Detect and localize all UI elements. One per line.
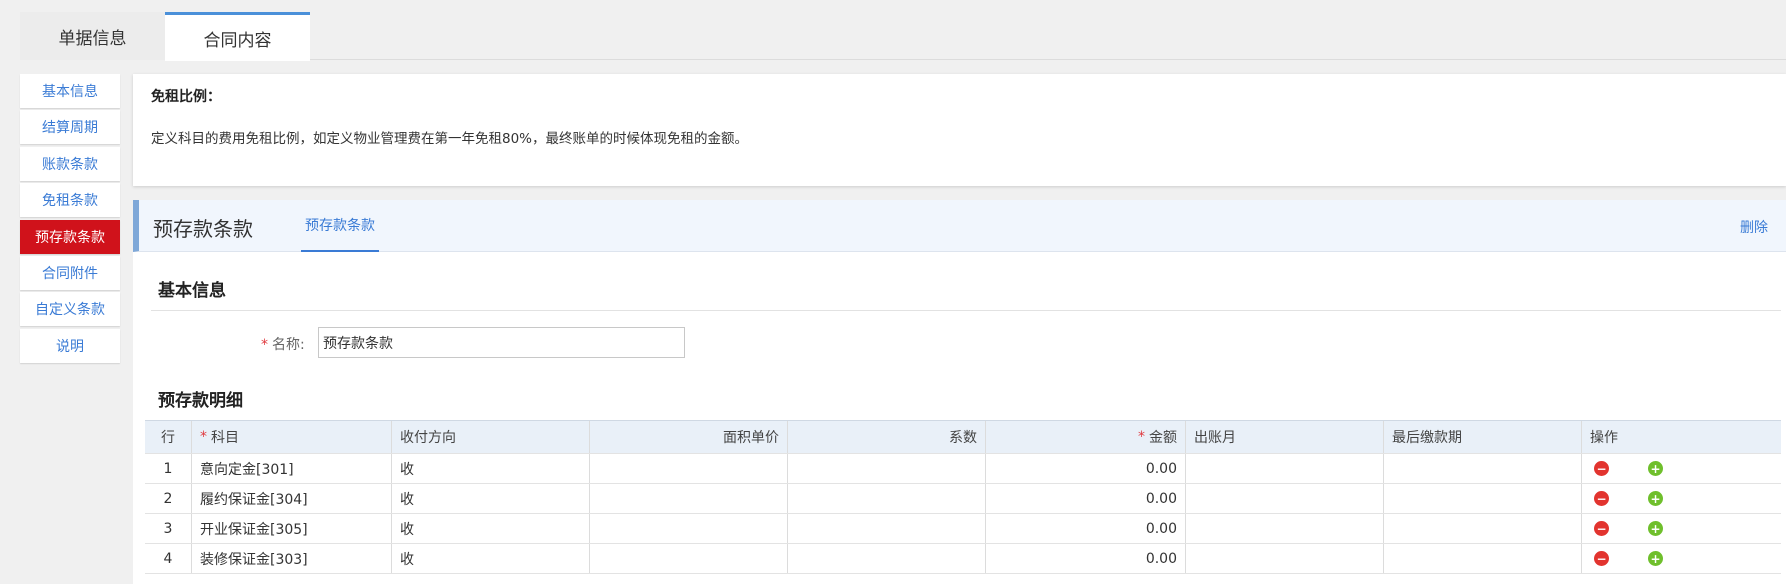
cell-actions: − + xyxy=(1582,454,1781,483)
cell-amount[interactable]: 0.00 xyxy=(986,454,1186,483)
sidebar-item-basic-info[interactable]: 基本信息 xyxy=(20,74,120,108)
minus-circle-icon[interactable]: − xyxy=(1594,491,1609,506)
sidebar-item-attachments[interactable]: 合同附件 xyxy=(20,255,120,290)
cell-row: 4 xyxy=(145,544,192,573)
plus-circle-icon[interactable]: + xyxy=(1648,461,1663,476)
cell-subject[interactable]: 开业保证金[305] xyxy=(192,514,392,543)
sidebar-item-prepayment-terms[interactable]: 预存款条款 xyxy=(20,219,120,254)
table-row: 3 开业保证金[305] 收 0.00 − + xyxy=(145,514,1781,544)
cell-subject[interactable]: 装修保证金[303] xyxy=(192,544,392,573)
cell-direction[interactable]: 收 xyxy=(392,514,590,543)
prepayment-panel: 预存款条款 预存款条款 删除 基本信息 *名称: 预存款明细 行 *科目 收付方… xyxy=(133,200,1786,584)
info-card: 免租比例： 定义科目的费用免租比例，如定义物业管理费在第一年免租80%，最终账单… xyxy=(133,74,1786,186)
panel-header: 预存款条款 预存款条款 删除 xyxy=(133,200,1786,252)
cell-direction[interactable]: 收 xyxy=(392,454,590,483)
plus-circle-icon[interactable]: + xyxy=(1648,491,1663,506)
cell-unit-price[interactable] xyxy=(590,514,788,543)
table-row: 1 意向定金[301] 收 0.00 − + xyxy=(145,454,1781,484)
section-title-prepayment-detail: 预存款明细 xyxy=(158,391,243,411)
cell-actions: − + xyxy=(1582,484,1781,513)
col-header-bill-month: 出账月 xyxy=(1186,421,1384,453)
required-marker: * xyxy=(261,337,268,353)
plus-circle-icon[interactable]: + xyxy=(1648,551,1663,566)
col-header-amount-text: 金额 xyxy=(1149,430,1177,446)
cell-row: 3 xyxy=(145,514,192,543)
cell-last-due[interactable] xyxy=(1384,454,1582,483)
minus-circle-icon[interactable]: − xyxy=(1594,521,1609,536)
tab-contract-content[interactable]: 合同内容 xyxy=(165,12,310,61)
cell-unit-price[interactable] xyxy=(590,544,788,573)
cell-factor[interactable] xyxy=(788,514,986,543)
cell-row: 2 xyxy=(145,484,192,513)
plus-circle-icon[interactable]: + xyxy=(1648,521,1663,536)
cell-factor[interactable] xyxy=(788,454,986,483)
table-row: 4 装修保证金[303] 收 0.00 − + xyxy=(145,544,1781,574)
col-header-row: 行 xyxy=(145,421,192,453)
cell-subject[interactable]: 意向定金[301] xyxy=(192,454,392,483)
name-field-label: * 名称: xyxy=(261,334,305,354)
info-description: 定义科目的费用免租比例，如定义物业管理费在第一年免租80%，最终账单的时候体现免… xyxy=(151,131,749,147)
sidebar-item-settlement-cycle[interactable]: 结算周期 xyxy=(20,110,120,145)
panel-title: 预存款条款 xyxy=(153,217,253,241)
name-input[interactable] xyxy=(318,327,685,358)
sidebar-item-rent-free-terms[interactable]: 免租条款 xyxy=(20,183,120,218)
minus-circle-icon[interactable]: − xyxy=(1594,461,1609,476)
cell-amount[interactable]: 0.00 xyxy=(986,514,1186,543)
sidebar-item-notes[interactable]: 说明 xyxy=(20,328,120,363)
cell-bill-month[interactable] xyxy=(1186,454,1384,483)
sidebar-item-custom-terms[interactable]: 自定义条款 xyxy=(20,292,120,327)
col-header-subject-text: 科目 xyxy=(211,430,239,446)
name-label-text: 名称: xyxy=(272,337,305,353)
col-header-actions: 操作 xyxy=(1590,430,1618,446)
cell-actions: − + xyxy=(1582,514,1781,543)
delete-link[interactable]: 删除 xyxy=(1740,217,1768,237)
cell-unit-price[interactable] xyxy=(590,484,788,513)
cell-bill-month[interactable] xyxy=(1186,484,1384,513)
prepayment-table: 行 * 科目 收付方向 面积单价 系数 * 金额 出账月 最后缴款期 操作 1 意向… xyxy=(145,420,1781,574)
cell-unit-price[interactable] xyxy=(590,454,788,483)
table-header-row: 行 * 科目 收付方向 面积单价 系数 * 金额 出账月 最后缴款期 操作 xyxy=(145,420,1781,454)
cell-direction[interactable]: 收 xyxy=(392,484,590,513)
cell-last-due[interactable] xyxy=(1384,544,1582,573)
tab-prepayment-terms[interactable]: 预存款条款 xyxy=(301,200,379,252)
cell-last-due[interactable] xyxy=(1384,484,1582,513)
required-marker: * xyxy=(1138,429,1145,445)
required-marker: * xyxy=(200,429,207,445)
cell-factor[interactable] xyxy=(788,544,986,573)
col-header-amount: * 金额 xyxy=(986,421,1186,453)
col-header-unit-price: 面积单价 xyxy=(590,421,788,453)
cell-actions: − + xyxy=(1582,544,1781,573)
info-title: 免租比例： xyxy=(151,89,221,105)
cell-subject[interactable]: 履约保证金[304] xyxy=(192,484,392,513)
tab-document-info[interactable]: 单据信息 xyxy=(20,12,165,60)
col-header-subject: * 科目 xyxy=(192,421,392,453)
cell-last-due[interactable] xyxy=(1384,514,1582,543)
minus-circle-icon[interactable]: − xyxy=(1594,551,1609,566)
sidebar-item-payment-terms[interactable]: 账款条款 xyxy=(20,146,120,181)
table-row: 2 履约保证金[304] 收 0.00 − + xyxy=(145,484,1781,514)
cell-amount[interactable]: 0.00 xyxy=(986,484,1186,513)
cell-bill-month[interactable] xyxy=(1186,514,1384,543)
cell-amount[interactable]: 0.00 xyxy=(986,544,1186,573)
section-title-basic-info: 基本信息 xyxy=(158,281,226,301)
sidebar-nav: 基本信息 结算周期 账款条款 免租条款 预存款条款 合同附件 自定义条款 说明 xyxy=(20,74,120,365)
cell-row: 1 xyxy=(145,454,192,483)
cell-direction[interactable]: 收 xyxy=(392,544,590,573)
col-header-direction: 收付方向 xyxy=(392,421,590,453)
col-header-last-due: 最后缴款期 xyxy=(1384,421,1582,453)
cell-bill-month[interactable] xyxy=(1186,544,1384,573)
section-divider xyxy=(151,310,1781,311)
col-header-factor: 系数 xyxy=(788,421,986,453)
cell-factor[interactable] xyxy=(788,484,986,513)
top-tab-bar: 单据信息 合同内容 xyxy=(20,12,1786,61)
